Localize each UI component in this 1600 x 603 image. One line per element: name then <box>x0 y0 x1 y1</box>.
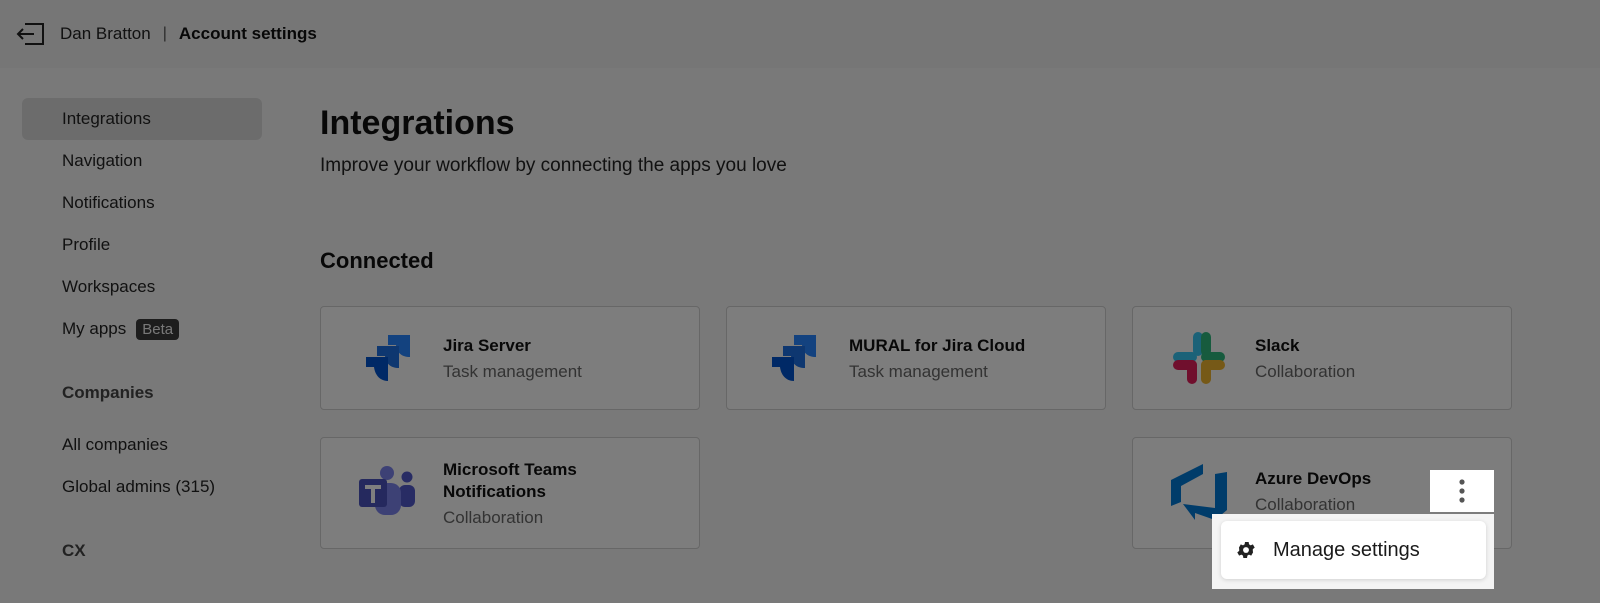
gear-icon <box>1237 542 1255 558</box>
manage-settings-menu-item[interactable]: Manage settings <box>1221 521 1486 579</box>
more-options-button[interactable] <box>1430 470 1494 512</box>
menu-item-label: Manage settings <box>1273 538 1420 561</box>
dim-overlay <box>0 0 1600 603</box>
kebab-icon <box>1459 479 1465 503</box>
